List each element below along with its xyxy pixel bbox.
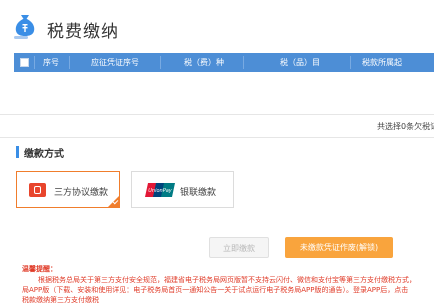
tripartite-agreement-icon (29, 183, 46, 197)
column-header-voucher-no[interactable]: 应征凭证序号 (91, 53, 139, 72)
payment-method-title: 缴款方式 (24, 149, 64, 160)
page-header: 税费缴纳 (0, 0, 434, 42)
unionpay-option[interactable]: UnionPay 银联缴款 (131, 171, 234, 208)
reminder-line: 局APP版（下载、安装和使用详见：电子税务局首页一通知公告一关于试点运行电子税务… (22, 286, 409, 294)
money-bag-icon (14, 15, 35, 39)
void-unpaid-voucher-button[interactable]: 未缴款凭证作废(解锁) (285, 237, 393, 258)
reminder-line: 税款缴纳第三方支付缴税 (22, 296, 99, 304)
selection-summary-bar: 共选择0条欠税记 (0, 114, 434, 138)
column-divider (243, 56, 244, 69)
unionpay-logo-icon: UnionPay (145, 183, 175, 197)
selected-check-icon (108, 196, 119, 207)
pay-now-button[interactable]: 立即缴款 (209, 237, 269, 258)
column-divider (34, 56, 35, 69)
page-title: 税费缴纳 (47, 22, 119, 42)
reminder-notice: 温馨提醒： 根据税务总局关于第三方支付安全规范，福建省电子税务局网页版暂不支持云… (22, 264, 434, 305)
unionpay-label: 银联缴款 (180, 188, 217, 198)
reminder-title: 温馨提醒： (22, 265, 57, 273)
column-divider (69, 56, 70, 69)
section-accent-bar (16, 146, 19, 158)
column-header-tax-item[interactable]: 税（品）目 (280, 53, 320, 72)
column-header-tax-type[interactable]: 税（费）种 (184, 53, 224, 72)
reminder-line: 根据税务总局关于第三方支付安全规范，福建省电子税务局网页版暂不支持云闪付、微信和… (38, 276, 416, 284)
unionpay-logo-text: UnionPay (148, 188, 173, 194)
third-party-agreement-label: 三方协议缴款 (54, 188, 109, 198)
column-header-index[interactable]: 序号 (43, 53, 59, 72)
selection-summary-text: 共选择0条欠税记 (377, 122, 434, 131)
column-divider (160, 56, 161, 69)
third-party-agreement-option[interactable]: 三方协议缴款 (16, 171, 120, 208)
select-all-checkbox[interactable] (20, 58, 29, 67)
tax-table-header: 序号 应征凭证序号 税（费）种 税（品）目 税款所属起 (14, 53, 434, 72)
column-header-period-start[interactable]: 税款所属起 (362, 53, 402, 72)
column-divider (350, 56, 351, 69)
